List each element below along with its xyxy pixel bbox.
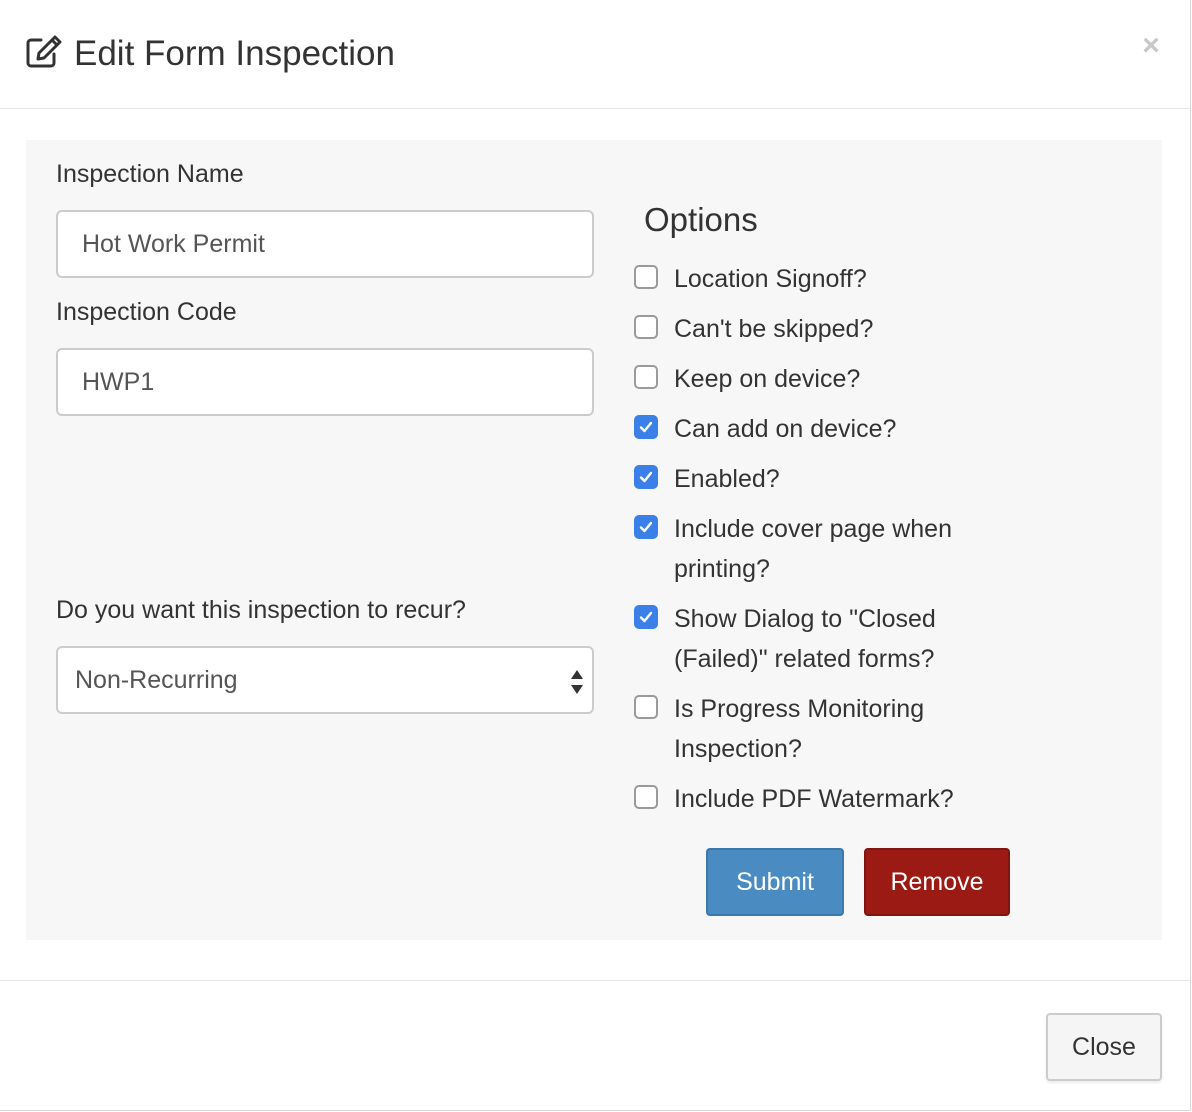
location-signoff-checkbox[interactable] xyxy=(634,265,658,289)
inspection-name-input[interactable] xyxy=(56,210,594,278)
option-label: Is Progress Monitoring Inspection? xyxy=(674,695,925,763)
show-dialog-checkbox[interactable] xyxy=(634,605,658,629)
include-pdf-watermark-checkbox[interactable] xyxy=(634,785,658,809)
option-label: Keep on device? xyxy=(674,365,861,393)
keep-on-device-checkbox[interactable] xyxy=(634,365,658,389)
edit-icon xyxy=(25,35,63,69)
modal-header: Edit Form Inspection × xyxy=(0,0,1190,109)
select-arrows-icon xyxy=(570,668,584,696)
enabled-checkbox[interactable] xyxy=(634,465,658,489)
option-label: Can't be skipped? xyxy=(674,315,874,343)
inspection-code-input[interactable] xyxy=(56,348,594,416)
option-label: Location Signoff? xyxy=(674,265,867,293)
option-label: Include cover page when printing? xyxy=(674,515,952,583)
close-button[interactable]: Close xyxy=(1046,1013,1162,1081)
recurrence-select[interactable]: Non-Recurring xyxy=(56,646,594,714)
remove-button[interactable]: Remove xyxy=(864,848,1010,916)
edit-form-inspection-modal: Edit Form Inspection × Inspection Name I… xyxy=(0,0,1191,1111)
can-add-on-device-checkbox[interactable] xyxy=(634,415,658,439)
checkmark-icon xyxy=(639,471,653,483)
modal-footer: Close xyxy=(0,980,1190,1111)
option-label: Show Dialog to "Closed (Failed)" related… xyxy=(674,605,936,673)
recurrence-selected-value: Non-Recurring xyxy=(75,666,238,694)
checkmark-icon xyxy=(639,521,653,533)
inspection-form-panel: Inspection Name Inspection Code Do you w… xyxy=(26,140,1162,940)
option-label: Can add on device? xyxy=(674,415,897,443)
recurrence-label: Do you want this inspection to recur? xyxy=(56,596,466,624)
cant-be-skipped-checkbox[interactable] xyxy=(634,315,658,339)
include-cover-page-checkbox[interactable] xyxy=(634,515,658,539)
checkmark-icon xyxy=(639,611,653,623)
option-label: Include PDF Watermark? xyxy=(674,785,954,813)
progress-monitoring-checkbox[interactable] xyxy=(634,695,658,719)
submit-button[interactable]: Submit xyxy=(706,848,844,916)
options-heading: Options xyxy=(644,201,758,238)
close-icon[interactable]: × xyxy=(1138,28,1164,64)
inspection-code-label: Inspection Code xyxy=(56,298,237,326)
option-label: Enabled? xyxy=(674,465,780,493)
inspection-name-label: Inspection Name xyxy=(56,160,244,188)
checkmark-icon xyxy=(639,421,653,433)
modal-title: Edit Form Inspection xyxy=(74,34,395,73)
